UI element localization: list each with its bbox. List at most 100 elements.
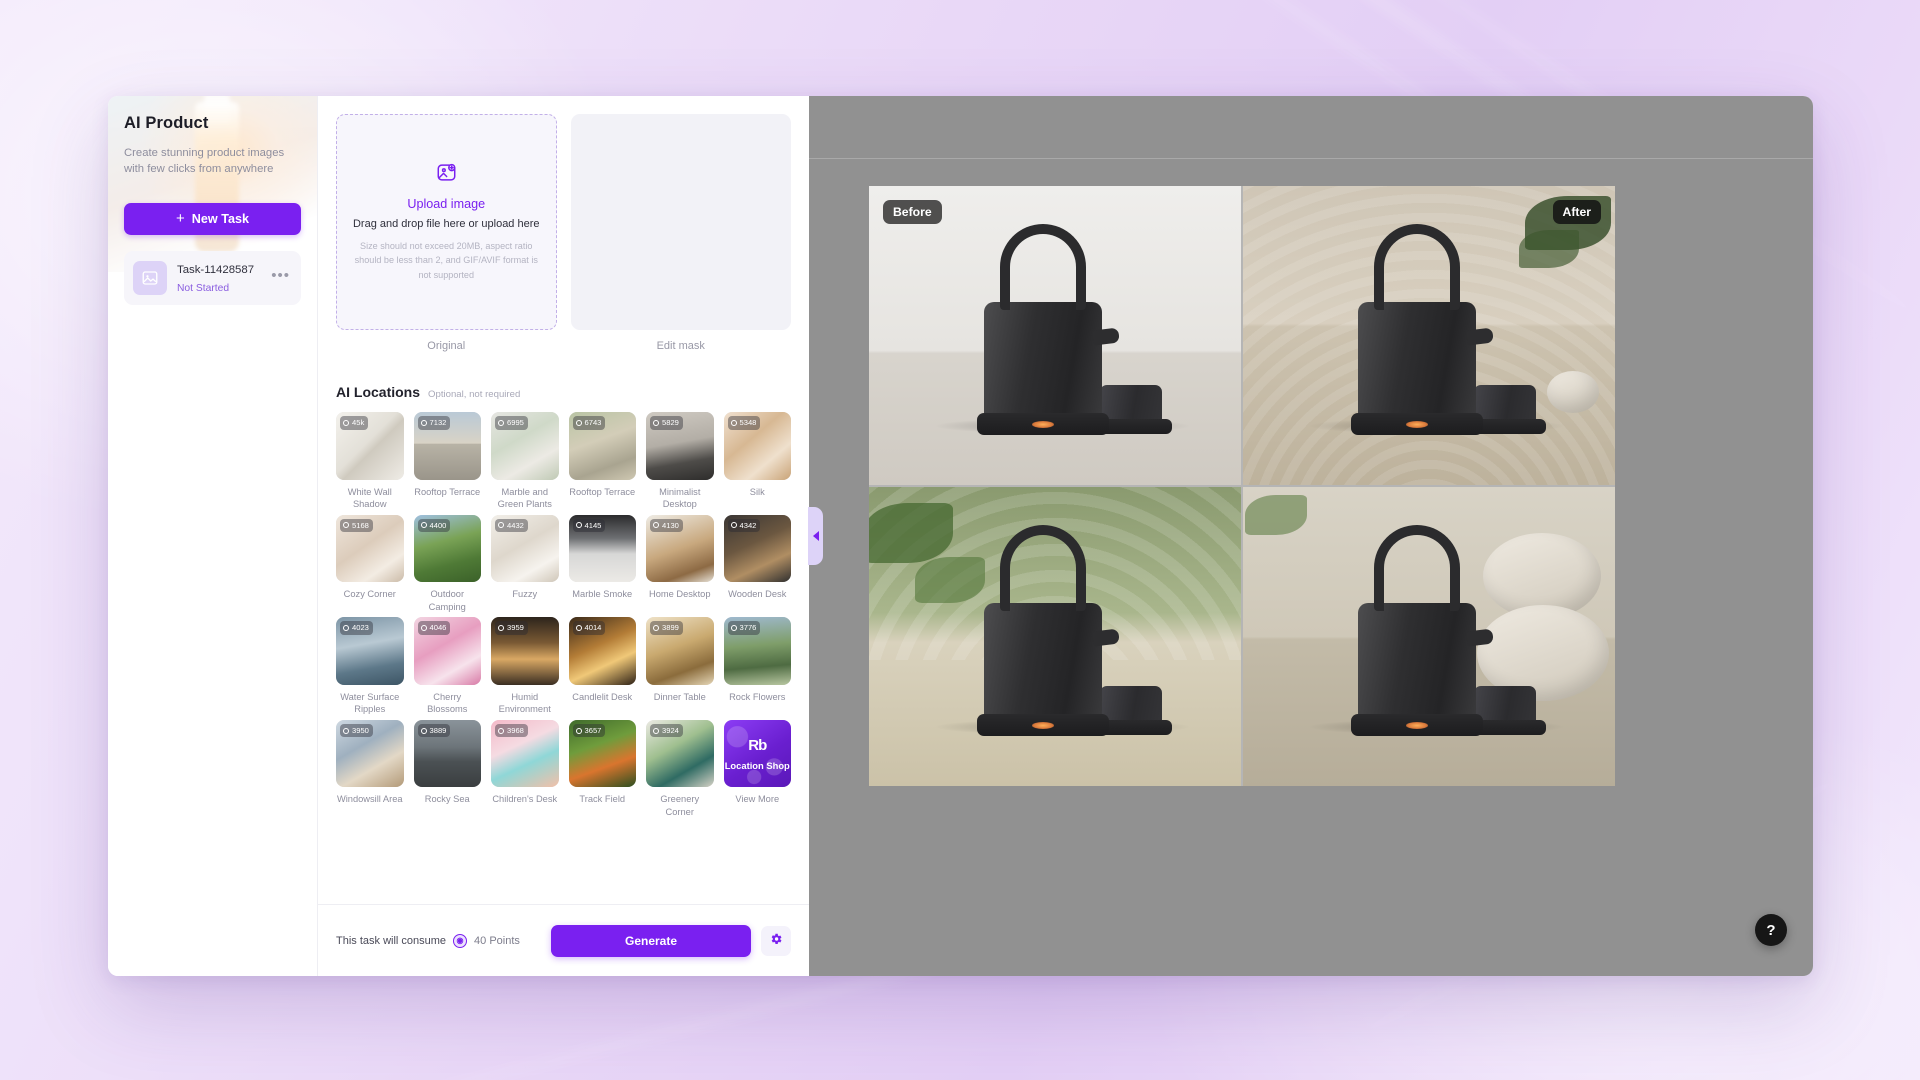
- new-task-button[interactable]: + New Task: [124, 203, 301, 236]
- location-card[interactable]: 4023 Water Surface Ripples: [336, 617, 404, 716]
- location-card[interactable]: 4145 Marble Smoke: [568, 514, 636, 614]
- location-label: Wooden Desk: [728, 589, 787, 600]
- usage-count-value: 4432: [507, 520, 524, 530]
- location-card[interactable]: 5829 Minimalist Desktop: [646, 412, 714, 511]
- product-scene: [869, 186, 1241, 485]
- location-card[interactable]: 3959 Humid Environment: [491, 617, 559, 716]
- quadrant-variant-3[interactable]: [869, 487, 1241, 786]
- views-icon: [343, 727, 349, 734]
- views-icon: [420, 522, 427, 529]
- locations-title: AI Locations: [336, 384, 421, 400]
- usage-count-value: 4342: [739, 520, 757, 530]
- usage-count-value: 4145: [584, 520, 602, 530]
- ellipsis-icon[interactable]: •••: [269, 268, 292, 286]
- views-icon: [343, 419, 349, 426]
- location-label: Windowsill Area: [336, 794, 403, 805]
- before-badge: Before: [883, 200, 942, 224]
- location-card[interactable]: 3776 Rock Flowers: [723, 617, 791, 716]
- upload-subtitle: Drag and drop file here or upload here: [352, 218, 540, 231]
- task-list: Task-11428587 Not Started •••: [124, 251, 301, 306]
- usage-count-badge: 4342: [727, 518, 761, 533]
- location-thumbnail: 6995: [491, 412, 559, 480]
- usage-count-value: 5348: [739, 418, 757, 427]
- location-card[interactable]: 4432 Fuzzy: [491, 514, 559, 614]
- usage-count-value: 7132: [429, 418, 447, 427]
- location-card[interactable]: 4014 Candlelit Desk: [568, 617, 636, 716]
- page-title: AI Product: [124, 114, 209, 132]
- location-label: Minimalist Desktop: [659, 486, 701, 510]
- plus-icon: +: [176, 210, 185, 228]
- location-card[interactable]: 5168 Cozy Corner: [336, 514, 404, 614]
- location-thumbnail: 5829: [646, 412, 714, 480]
- location-label: White Wall Shadow: [347, 486, 392, 510]
- location-label: Outdoor Camping: [428, 589, 466, 612]
- views-icon: [343, 624, 349, 631]
- usage-count-value: 3889: [429, 725, 447, 735]
- location-label: Rock Flowers: [729, 691, 786, 702]
- task-name: Task-11428587: [177, 264, 255, 277]
- location-label: Children's Desk: [492, 794, 558, 805]
- location-card[interactable]: 3950 Windowsill Area: [336, 719, 404, 819]
- location-card[interactable]: Rb Location Shop View More: [723, 719, 791, 819]
- upload-dropzone[interactable]: Upload image Drag and drop file here or …: [336, 114, 557, 330]
- views-icon: [575, 419, 582, 426]
- usage-count-value: 3968: [507, 725, 524, 735]
- quadrant-before[interactable]: Before: [869, 186, 1241, 485]
- location-card[interactable]: 3657 Track Field: [568, 719, 636, 819]
- consume-text: This task will consume ◉ 40 Points: [336, 933, 520, 948]
- image-slots-row: Upload image Drag and drop file here or …: [336, 114, 791, 352]
- location-card[interactable]: 4400 Outdoor Camping: [413, 514, 481, 614]
- usage-count-badge: 7132: [417, 416, 451, 430]
- views-icon: [343, 522, 349, 529]
- location-card[interactable]: 6995 Marble and Green Plants: [491, 412, 559, 511]
- location-card[interactable]: 3889 Rocky Sea: [413, 719, 481, 819]
- usage-count-value: 4130: [662, 520, 679, 530]
- location-card[interactable]: 7132 Rooftop Terrace: [413, 412, 481, 511]
- usage-count-value: 6743: [584, 418, 602, 427]
- mask-caption: Edit mask: [656, 340, 705, 352]
- location-card[interactable]: 45k White Wall Shadow: [336, 412, 404, 511]
- location-label: Track Field: [579, 794, 626, 805]
- points-value: 40 Points: [474, 934, 520, 947]
- location-label: Cozy Corner: [343, 589, 396, 600]
- location-thumbnail: 6743: [568, 412, 636, 480]
- location-card[interactable]: 6743 Rooftop Terrace: [568, 412, 636, 511]
- location-thumbnail: 4342: [723, 514, 791, 583]
- views-icon: [498, 419, 504, 426]
- generate-button[interactable]: Generate: [551, 924, 751, 957]
- location-shop-card[interactable]: Rb Location Shop: [723, 719, 791, 788]
- status-badge: Not Started: [177, 283, 230, 295]
- quadrant-variant-4[interactable]: [1243, 487, 1615, 786]
- edit-mask-canvas[interactable]: [570, 114, 791, 330]
- after-badge: After: [1552, 200, 1601, 224]
- quadrant-after[interactable]: After: [1243, 186, 1615, 485]
- location-card[interactable]: 5348 Silk: [723, 412, 791, 511]
- editor-footer: This task will consume ◉ 40 Points Gener…: [318, 904, 809, 976]
- gear-icon: [769, 932, 783, 949]
- location-thumbnail: Rb Location Shop: [723, 719, 791, 788]
- usage-count-value: 3950: [352, 725, 369, 735]
- location-thumbnail: 45k: [336, 412, 404, 480]
- location-card[interactable]: 3968 Children's Desk: [491, 719, 559, 819]
- location-thumbnail: 5348: [723, 412, 791, 480]
- location-card[interactable]: 3899 Dinner Table: [646, 617, 714, 716]
- location-card[interactable]: 4130 Home Desktop: [646, 514, 714, 614]
- location-card[interactable]: 4342 Wooden Desk: [723, 514, 791, 614]
- usage-count-value: 3959: [507, 623, 524, 633]
- list-item[interactable]: Task-11428587 Not Started •••: [124, 251, 301, 306]
- usage-count-value: 3776: [739, 623, 757, 633]
- settings-button[interactable]: [761, 925, 791, 956]
- usage-count-badge: 6995: [495, 416, 528, 430]
- location-thumbnail: 3959: [491, 617, 559, 685]
- help-button[interactable]: ?: [1755, 914, 1787, 946]
- collapse-panel-handle[interactable]: [808, 507, 823, 565]
- before-after-comparison: Before After: [869, 186, 1615, 786]
- original-slot: Upload image Drag and drop file here or …: [336, 114, 557, 352]
- page-subtitle: Create stunning product images with few …: [124, 147, 285, 176]
- location-card[interactable]: 3924 Greenery Corner: [646, 719, 714, 819]
- views-icon: [653, 419, 659, 426]
- location-card[interactable]: 4046 Cherry Blossoms: [413, 617, 481, 716]
- views-icon: [575, 624, 582, 631]
- image-placeholder-icon: [133, 261, 167, 296]
- usage-count-value: 6995: [507, 418, 524, 427]
